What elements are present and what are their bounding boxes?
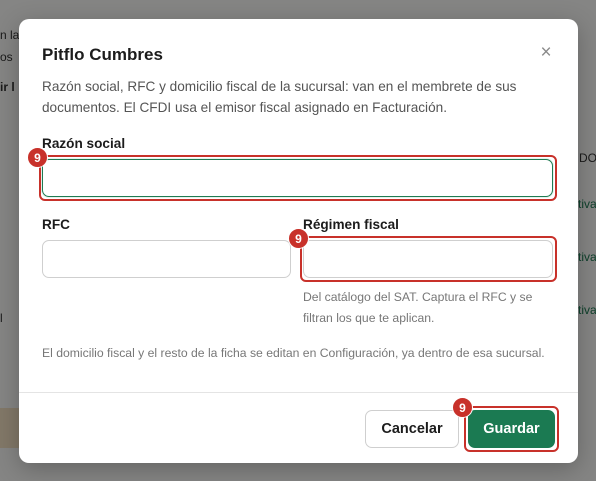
regimen-fiscal-label: Régimen fiscal xyxy=(303,217,399,232)
dialog-title: Pitflo Cumbres xyxy=(42,45,163,64)
cancel-button[interactable]: Cancelar xyxy=(365,410,459,448)
razon-social-input[interactable] xyxy=(42,159,553,197)
save-button[interactable]: Guardar xyxy=(468,410,555,448)
rfc-label: RFC xyxy=(42,217,70,232)
step-badge: 9 xyxy=(288,228,309,249)
close-icon[interactable]: × xyxy=(536,43,556,63)
footer-divider xyxy=(19,392,578,393)
regimen-fiscal-help: Del catálogo del SAT. Captura el RFC y s… xyxy=(303,290,533,325)
edit-branch-dialog: Pitflo Cumbres × Razón social, RFC y dom… xyxy=(19,19,578,463)
dialog-description: Razón social, RFC y domicilio fiscal de … xyxy=(42,79,517,115)
fiscal-address-note: El domicilio fiscal y el resto de la fic… xyxy=(42,346,545,360)
razon-social-label: Razón social xyxy=(42,136,126,151)
step-badge: 9 xyxy=(27,147,48,168)
step-badge: 9 xyxy=(452,397,473,418)
regimen-fiscal-select[interactable] xyxy=(303,240,553,278)
rfc-input[interactable] xyxy=(42,240,291,278)
